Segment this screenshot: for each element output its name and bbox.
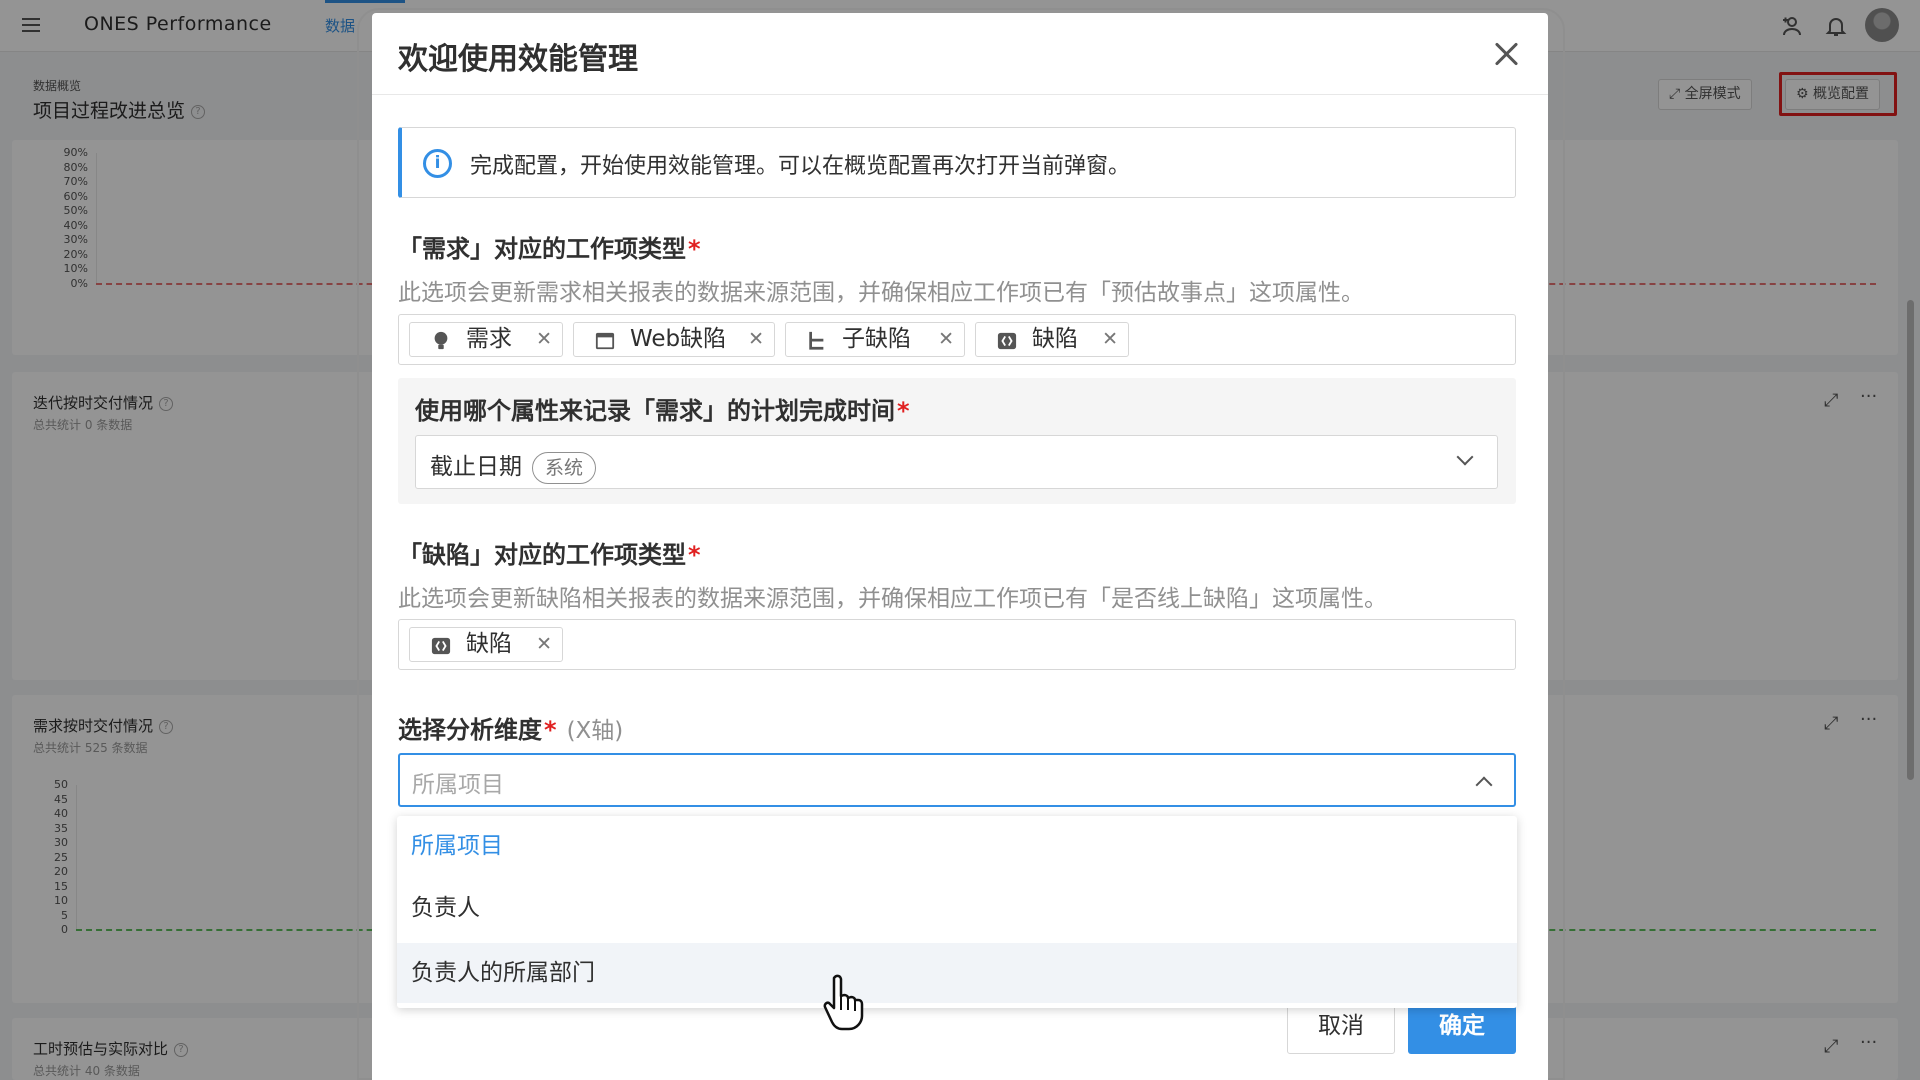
bug-types-hint: 此选项会更新缺陷相关报表的数据来源范围，并确保相应工作项已有「是否线上缺陷」这项… (398, 586, 1387, 612)
select-value-text: 截止日期 (430, 454, 522, 480)
required-mark: * (544, 716, 557, 744)
tag-sub-bug: 子缺陷 ✕ (785, 322, 965, 357)
system-badge: 系统 (532, 451, 597, 484)
bug-types-select[interactable]: 缺陷 ✕ (398, 619, 1516, 670)
label-text: 「缺陷」对应的工作项类型 (398, 541, 686, 569)
x-axis-note: (X轴) (566, 718, 624, 744)
dimension-dropdown: 所属项目 负责人 负责人的所属部门 (397, 816, 1517, 1008)
remove-tag-icon[interactable]: ✕ (938, 323, 954, 356)
bulb-icon (434, 331, 448, 350)
tag-bug: 缺陷 ✕ (409, 627, 563, 662)
required-mark: * (688, 541, 701, 569)
info-banner: i 完成配置，开始使用效能管理。可以在概览配置再次打开当前弹窗。 (398, 127, 1516, 198)
remove-tag-icon[interactable]: ✕ (1102, 323, 1118, 356)
requirement-types-hint: 此选项会更新需求相关报表的数据来源范围，并确保相应工作项已有「预估故事点」这项属… (398, 280, 1364, 306)
tag-label: 缺陷 (466, 631, 512, 657)
requirement-types-label: 「需求」对应的工作项类型* (398, 229, 701, 264)
modal-header: 欢迎使用效能管理 (372, 13, 1548, 95)
setup-modal: 欢迎使用效能管理 i 完成配置，开始使用效能管理。可以在概览配置再次打开当前弹窗… (372, 13, 1548, 1080)
tag-bug: 缺陷 ✕ (975, 322, 1129, 357)
required-mark: * (897, 397, 910, 425)
label-text: 「需求」对应的工作项类型 (398, 235, 686, 263)
label-text: 选择分析维度 (398, 716, 542, 744)
close-icon[interactable] (1489, 37, 1523, 71)
plan-attribute-panel: 使用哪个属性来记录「需求」的计划完成时间* 截止日期 系统 (398, 378, 1516, 504)
chevron-up-icon (1475, 776, 1493, 794)
plan-attribute-select[interactable]: 截止日期 系统 (415, 435, 1498, 489)
plan-attribute-label: 使用哪个属性来记录「需求」的计划完成时间* (415, 391, 910, 426)
option-assignee[interactable]: 负责人 (397, 878, 1517, 938)
requirement-types-select[interactable]: 需求 ✕ Web缺陷 ✕ 子缺陷 ✕ 缺陷 ✕ (398, 314, 1516, 365)
bug-types-label: 「缺陷」对应的工作项类型* (398, 535, 701, 570)
select-value: 截止日期 系统 (430, 447, 597, 484)
option-project[interactable]: 所属项目 (397, 816, 1517, 876)
remove-tag-icon[interactable]: ✕ (536, 628, 552, 661)
select-placeholder: 所属项目 (412, 772, 504, 798)
tag-web-bug: Web缺陷 ✕ (573, 322, 775, 357)
bug-icon (997, 332, 1017, 350)
tag-label: 缺陷 (1032, 326, 1078, 352)
bug-icon (431, 637, 451, 655)
required-mark: * (688, 235, 701, 263)
info-icon: i (423, 149, 452, 178)
remove-tag-icon[interactable]: ✕ (748, 323, 764, 356)
remove-tag-icon[interactable]: ✕ (536, 323, 552, 356)
tag-label: Web缺陷 (630, 326, 727, 352)
option-assignee-department[interactable]: 负责人的所属部门 (397, 943, 1517, 1003)
label-text: 使用哪个属性来记录「需求」的计划完成时间 (415, 397, 895, 425)
dimension-select[interactable]: 所属项目 (398, 753, 1516, 807)
info-text: 完成配置，开始使用效能管理。可以在概览配置再次打开当前弹窗。 (470, 154, 1131, 179)
chevron-down-icon (1456, 448, 1474, 466)
modal-title: 欢迎使用效能管理 (398, 42, 638, 77)
hand-cursor-icon (823, 974, 864, 1031)
tag-requirement: 需求 ✕ (409, 322, 563, 357)
subtask-icon (809, 331, 824, 350)
window-icon (595, 332, 615, 350)
tag-label: 需求 (466, 326, 512, 352)
dimension-label: 选择分析维度* (X轴) (398, 710, 623, 745)
tag-label: 子缺陷 (842, 326, 911, 352)
